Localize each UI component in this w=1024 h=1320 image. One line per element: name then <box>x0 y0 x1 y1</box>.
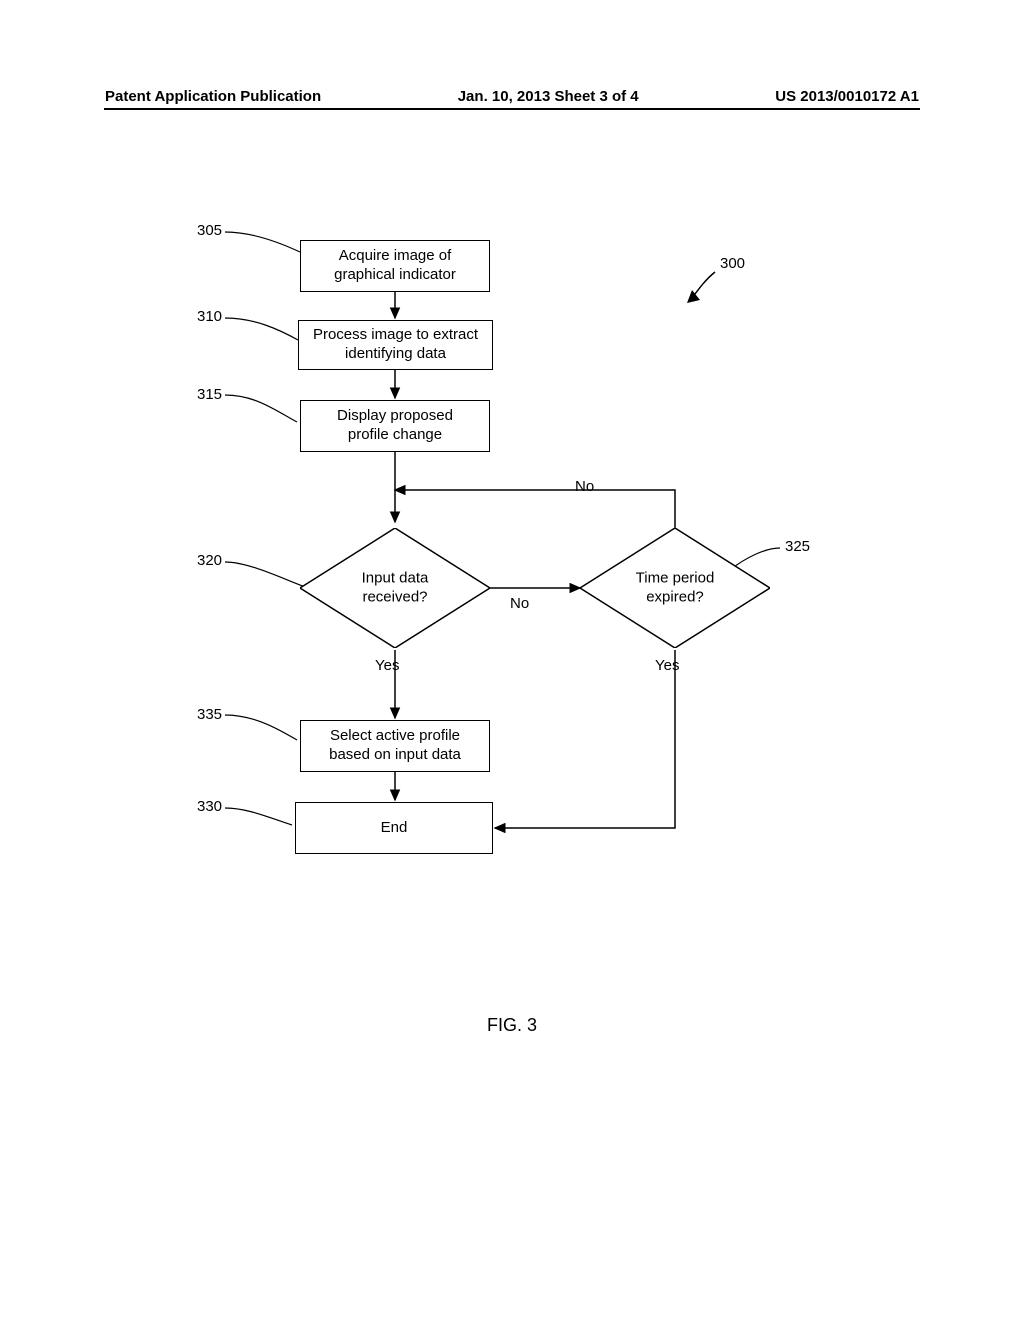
decision-325-text: Time period expired? <box>580 569 770 607</box>
step-335-text: Select active profile based on input dat… <box>329 727 461 765</box>
header-left: Patent Application Publication <box>105 88 321 105</box>
ref-330: 330 <box>197 798 222 815</box>
step-315-text: Display proposed profile change <box>337 407 453 445</box>
ref-335: 335 <box>197 706 222 723</box>
step-305-text: Acquire image of graphical indicator <box>334 247 456 285</box>
edge-325-yes: Yes <box>655 657 679 674</box>
ref-320: 320 <box>197 552 222 569</box>
step-330-text: End <box>381 819 408 838</box>
ref-315: 315 <box>197 386 222 403</box>
decision-325: Time period expired? <box>580 528 770 648</box>
flowchart-connectors <box>0 190 1024 1090</box>
step-310-text: Process image to extract identifying dat… <box>313 326 478 364</box>
step-315-box: Display proposed profile change <box>300 400 490 452</box>
ref-305: 305 <box>197 222 222 239</box>
edge-325-no: No <box>575 478 594 495</box>
header-center: Jan. 10, 2013 Sheet 3 of 4 <box>458 88 639 105</box>
step-305-box: Acquire image of graphical indicator <box>300 240 490 292</box>
decision-320-text: Input data received? <box>300 569 490 607</box>
figure-caption: FIG. 3 <box>0 1015 1024 1036</box>
step-330-box: End <box>295 802 493 854</box>
edge-320-yes: Yes <box>375 657 399 674</box>
ref-300: 300 <box>720 255 745 272</box>
step-335-box: Select active profile based on input dat… <box>300 720 490 772</box>
ref-310: 310 <box>197 308 222 325</box>
ref-325: 325 <box>785 538 810 555</box>
header-rule <box>104 108 920 110</box>
page-header: Patent Application Publication Jan. 10, … <box>0 88 1024 105</box>
edge-320-no: No <box>510 595 529 612</box>
flowchart: Acquire image of graphical indicator Pro… <box>0 190 1024 1090</box>
decision-320: Input data received? <box>300 528 490 648</box>
step-310-box: Process image to extract identifying dat… <box>298 320 493 370</box>
header-right: US 2013/0010172 A1 <box>775 88 919 105</box>
